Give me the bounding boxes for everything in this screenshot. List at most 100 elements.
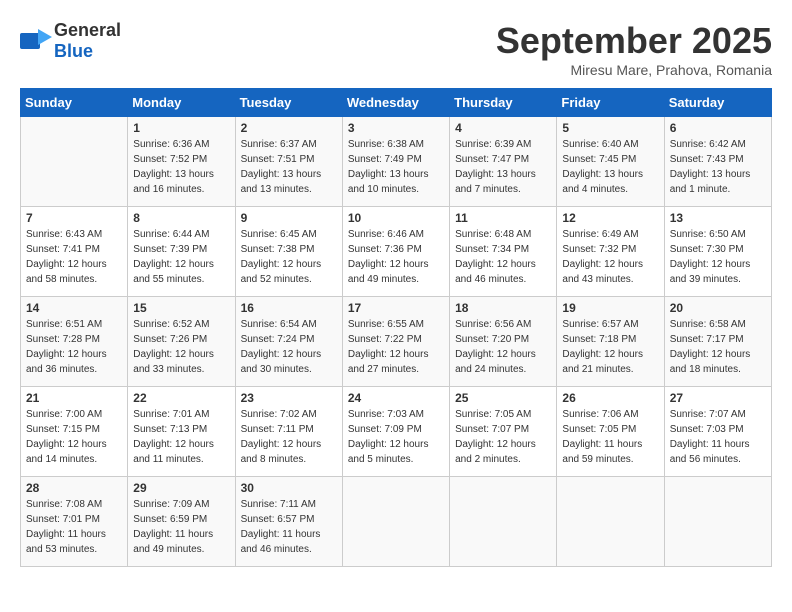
day-number: 2 xyxy=(241,121,337,135)
day-number: 5 xyxy=(562,121,658,135)
cell-info: Sunrise: 6:51 AMSunset: 7:28 PMDaylight:… xyxy=(26,317,122,377)
calendar-cell: 6 Sunrise: 6:42 AMSunset: 7:43 PMDaylight… xyxy=(664,117,771,207)
cell-info: Sunrise: 7:09 AMSunset: 6:59 PMDaylight:… xyxy=(133,497,229,557)
calendar-cell: 10 Sunrise: 6:46 AMSunset: 7:36 PMDayligh… xyxy=(342,207,449,297)
cell-info: Sunrise: 7:00 AMSunset: 7:15 PMDaylight:… xyxy=(26,407,122,467)
calendar-cell: 3 Sunrise: 6:38 AMSunset: 7:49 PMDaylight… xyxy=(342,117,449,207)
calendar-cell xyxy=(342,477,449,567)
cell-info: Sunrise: 6:52 AMSunset: 7:26 PMDaylight:… xyxy=(133,317,229,377)
day-number: 25 xyxy=(455,391,551,405)
month-title: September 2025 xyxy=(496,20,772,62)
day-number: 18 xyxy=(455,301,551,315)
calendar-cell: 25 Sunrise: 7:05 AMSunset: 7:07 PMDayligh… xyxy=(450,387,557,477)
header-friday: Friday xyxy=(557,89,664,117)
calendar-cell: 18 Sunrise: 6:56 AMSunset: 7:20 PMDayligh… xyxy=(450,297,557,387)
cell-info: Sunrise: 6:58 AMSunset: 7:17 PMDaylight:… xyxy=(670,317,766,377)
cell-info: Sunrise: 6:39 AMSunset: 7:47 PMDaylight:… xyxy=(455,137,551,197)
logo-blue: Blue xyxy=(54,41,93,61)
calendar-week-row: 7 Sunrise: 6:43 AMSunset: 7:41 PMDaylight… xyxy=(21,207,772,297)
title-area: September 2025 Miresu Mare, Prahova, Rom… xyxy=(496,20,772,78)
calendar-cell: 5 Sunrise: 6:40 AMSunset: 7:45 PMDaylight… xyxy=(557,117,664,207)
cell-info: Sunrise: 6:45 AMSunset: 7:38 PMDaylight:… xyxy=(241,227,337,287)
day-number: 4 xyxy=(455,121,551,135)
day-number: 15 xyxy=(133,301,229,315)
header-saturday: Saturday xyxy=(664,89,771,117)
calendar-cell: 7 Sunrise: 6:43 AMSunset: 7:41 PMDaylight… xyxy=(21,207,128,297)
cell-info: Sunrise: 6:56 AMSunset: 7:20 PMDaylight:… xyxy=(455,317,551,377)
calendar-cell: 14Sunrise: 6:51 AMSunset: 7:28 PMDayligh… xyxy=(21,297,128,387)
calendar-cell: 20 Sunrise: 6:58 AMSunset: 7:17 PMDayligh… xyxy=(664,297,771,387)
cell-info: Sunrise: 6:55 AMSunset: 7:22 PMDaylight:… xyxy=(348,317,444,377)
calendar-cell: 12 Sunrise: 6:49 AMSunset: 7:32 PMDayligh… xyxy=(557,207,664,297)
cell-info: Sunrise: 6:50 AMSunset: 7:30 PMDaylight:… xyxy=(670,227,766,287)
cell-info: Sunrise: 6:54 AMSunset: 7:24 PMDaylight:… xyxy=(241,317,337,377)
logo: General Blue xyxy=(20,20,121,62)
location-subtitle: Miresu Mare, Prahova, Romania xyxy=(496,62,772,78)
calendar-cell: 28 Sunrise: 7:08 AMSunset: 7:01 PMDayligh… xyxy=(21,477,128,567)
day-number: 26 xyxy=(562,391,658,405)
calendar-cell: 13Sunrise: 6:50 AMSunset: 7:30 PMDayligh… xyxy=(664,207,771,297)
header-wednesday: Wednesday xyxy=(342,89,449,117)
cell-info: Sunrise: 6:46 AMSunset: 7:36 PMDaylight:… xyxy=(348,227,444,287)
calendar-week-row: 1Sunrise: 6:36 AMSunset: 7:52 PMDaylight… xyxy=(21,117,772,207)
logo-general: General xyxy=(54,20,121,40)
day-number: 12 xyxy=(562,211,658,225)
cell-info: Sunrise: 6:49 AMSunset: 7:32 PMDaylight:… xyxy=(562,227,658,287)
calendar-table: SundayMondayTuesdayWednesdayThursdayFrid… xyxy=(20,88,772,567)
day-number: 8 xyxy=(133,211,229,225)
header-thursday: Thursday xyxy=(450,89,557,117)
day-number: 19 xyxy=(562,301,658,315)
cell-info: Sunrise: 7:05 AMSunset: 7:07 PMDaylight:… xyxy=(455,407,551,467)
day-number: 23 xyxy=(241,391,337,405)
day-number: 29 xyxy=(133,481,229,495)
header-sunday: Sunday xyxy=(21,89,128,117)
calendar-cell xyxy=(557,477,664,567)
day-number: 24 xyxy=(348,391,444,405)
cell-info: Sunrise: 7:01 AMSunset: 7:13 PMDaylight:… xyxy=(133,407,229,467)
day-number: 7 xyxy=(26,211,122,225)
cell-info: Sunrise: 6:38 AMSunset: 7:49 PMDaylight:… xyxy=(348,137,444,197)
header-monday: Monday xyxy=(128,89,235,117)
cell-info: Sunrise: 6:40 AMSunset: 7:45 PMDaylight:… xyxy=(562,137,658,197)
calendar-cell xyxy=(21,117,128,207)
calendar-cell: 16Sunrise: 6:54 AMSunset: 7:24 PMDayligh… xyxy=(235,297,342,387)
cell-info: Sunrise: 6:43 AMSunset: 7:41 PMDaylight:… xyxy=(26,227,122,287)
cell-info: Sunrise: 6:37 AMSunset: 7:51 PMDaylight:… xyxy=(241,137,337,197)
cell-info: Sunrise: 6:57 AMSunset: 7:18 PMDaylight:… xyxy=(562,317,658,377)
day-number: 22 xyxy=(133,391,229,405)
calendar-cell: 2 Sunrise: 6:37 AMSunset: 7:51 PMDaylight… xyxy=(235,117,342,207)
calendar-cell xyxy=(450,477,557,567)
cell-info: Sunrise: 7:07 AMSunset: 7:03 PMDaylight:… xyxy=(670,407,766,467)
day-number: 11 xyxy=(455,211,551,225)
cell-info: Sunrise: 7:08 AMSunset: 7:01 PMDaylight:… xyxy=(26,497,122,557)
cell-info: Sunrise: 6:44 AMSunset: 7:39 PMDaylight:… xyxy=(133,227,229,287)
day-number: 27 xyxy=(670,391,766,405)
calendar-cell: 15 Sunrise: 6:52 AMSunset: 7:26 PMDayligh… xyxy=(128,297,235,387)
calendar-cell: 21 Sunrise: 7:00 AMSunset: 7:15 PMDayligh… xyxy=(21,387,128,477)
calendar-cell: 27 Sunrise: 7:07 AMSunset: 7:03 PMDayligh… xyxy=(664,387,771,477)
calendar-cell: 29 Sunrise: 7:09 AMSunset: 6:59 PMDayligh… xyxy=(128,477,235,567)
day-number: 28 xyxy=(26,481,122,495)
calendar-cell: 17Sunrise: 6:55 AMSunset: 7:22 PMDayligh… xyxy=(342,297,449,387)
calendar-cell: 1Sunrise: 6:36 AMSunset: 7:52 PMDaylight… xyxy=(128,117,235,207)
day-number: 9 xyxy=(241,211,337,225)
calendar-cell: 11 Sunrise: 6:48 AMSunset: 7:34 PMDayligh… xyxy=(450,207,557,297)
day-number: 6 xyxy=(670,121,766,135)
calendar-cell: 24 Sunrise: 7:03 AMSunset: 7:09 PMDayligh… xyxy=(342,387,449,477)
calendar-cell: 30Sunrise: 7:11 AMSunset: 6:57 PMDayligh… xyxy=(235,477,342,567)
day-number: 10 xyxy=(348,211,444,225)
cell-info: Sunrise: 7:11 AMSunset: 6:57 PMDaylight:… xyxy=(241,497,337,557)
day-number: 20 xyxy=(670,301,766,315)
cell-info: Sunrise: 7:03 AMSunset: 7:09 PMDaylight:… xyxy=(348,407,444,467)
day-number: 3 xyxy=(348,121,444,135)
calendar-cell: 8 Sunrise: 6:44 AMSunset: 7:39 PMDaylight… xyxy=(128,207,235,297)
calendar-cell: 9 Sunrise: 6:45 AMSunset: 7:38 PMDaylight… xyxy=(235,207,342,297)
logo-icon xyxy=(20,29,52,53)
cell-info: Sunrise: 7:02 AMSunset: 7:11 PMDaylight:… xyxy=(241,407,337,467)
calendar-cell: 22 Sunrise: 7:01 AMSunset: 7:13 PMDayligh… xyxy=(128,387,235,477)
day-number: 21 xyxy=(26,391,122,405)
calendar-week-row: 14Sunrise: 6:51 AMSunset: 7:28 PMDayligh… xyxy=(21,297,772,387)
cell-info: Sunrise: 6:48 AMSunset: 7:34 PMDaylight:… xyxy=(455,227,551,287)
calendar-header-row: SundayMondayTuesdayWednesdayThursdayFrid… xyxy=(21,89,772,117)
cell-info: Sunrise: 6:42 AMSunset: 7:43 PMDaylight:… xyxy=(670,137,766,197)
